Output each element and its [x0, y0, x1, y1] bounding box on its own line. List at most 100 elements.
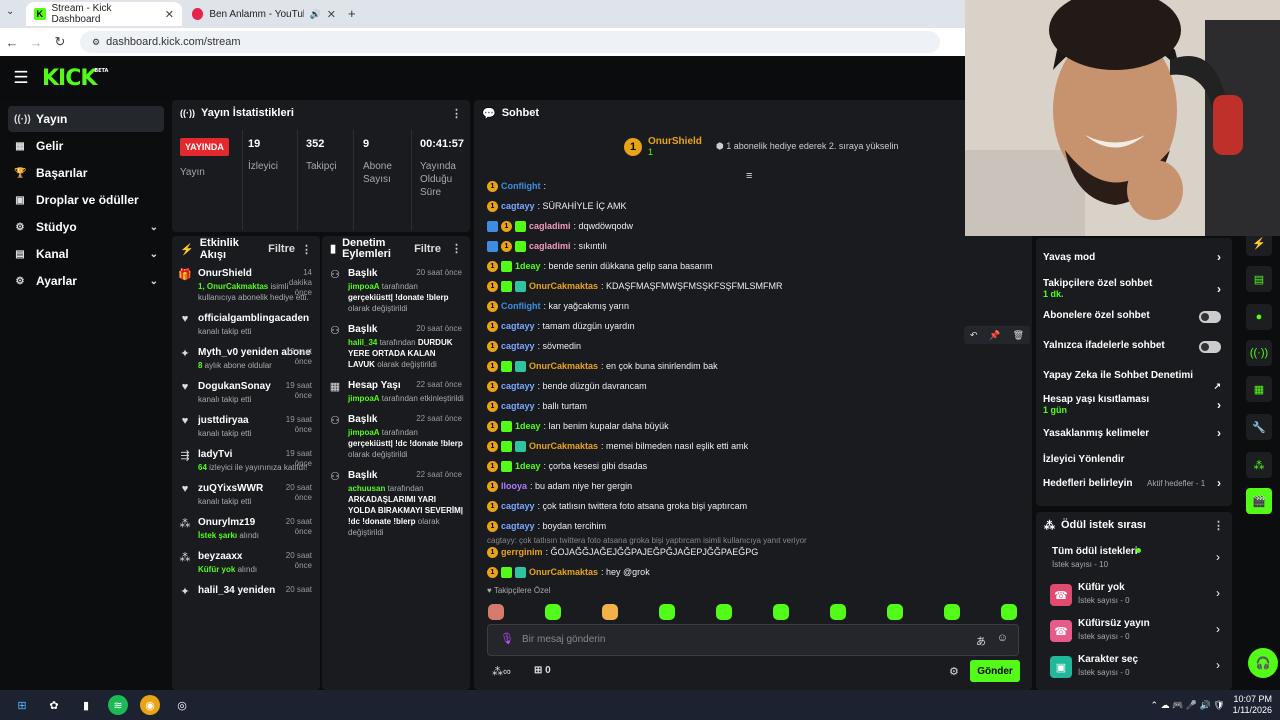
chat-username[interactable]: gerrginim: [501, 547, 543, 557]
setting-row[interactable]: Takipçilere özel sohbet 1 dk. ›: [1043, 278, 1227, 300]
chat-message[interactable]: 1 OnurCakmaktas: KDAŞFMAŞFMWŞFMSŞKFSŞFMLS…: [487, 276, 783, 296]
chat-message[interactable]: 1 cagtayy: ballı turtam: [487, 396, 587, 416]
chat-username[interactable]: cagladimi: [529, 221, 571, 231]
url-field[interactable]: ⚙ dashboard.kick.com/stream: [80, 31, 940, 53]
chat-username[interactable]: OnurCakmaktas: [529, 281, 598, 291]
site-info-icon[interactable]: ⚙: [92, 37, 100, 48]
broadcast-icon[interactable]: ((·)): [1246, 340, 1272, 366]
chat-message[interactable]: 1 OnurCakmaktas: en çok buna sinirlendim …: [487, 356, 718, 376]
more-options-icon[interactable]: ⋮: [301, 243, 312, 256]
chat-username[interactable]: cagtayy: [501, 341, 535, 351]
setting-row[interactable]: Yavaş mod ›: [1043, 250, 1227, 274]
chat-username[interactable]: cagtayy: [501, 381, 535, 391]
filter-button[interactable]: Filtre: [414, 243, 441, 255]
setting-toggle[interactable]: [1199, 341, 1221, 353]
setting-toggle[interactable]: [1199, 311, 1221, 323]
chat-username[interactable]: llooya: [501, 481, 527, 491]
support-icon[interactable]: 🎧: [1248, 648, 1278, 678]
reload-icon[interactable]: ↻: [48, 34, 72, 50]
sidebar-item-basarilar[interactable]: 🏆 Başarılar: [8, 160, 164, 186]
setting-row[interactable]: Yalnızca ifadelerle sohbet: [1043, 340, 1227, 362]
tab-list-icon[interactable]: ⌄: [6, 6, 14, 17]
clapper-icon[interactable]: 🎬: [1246, 488, 1272, 514]
menu-icon[interactable]: ☰: [0, 68, 42, 88]
chat-message[interactable]: 1 cagtayy: boydan tercihim: [487, 516, 606, 536]
all-rewards-row[interactable]: Tüm ödül istekleri İstek sayısı - 10 ›: [1050, 546, 1226, 580]
chat-message[interactable]: 1 1deay: çorba kesesi gibi dsadas: [487, 456, 647, 476]
send-button[interactable]: Gönder: [970, 660, 1020, 682]
setting-row[interactable]: Hesap yaşı kısıtlaması 1 gün ›: [1043, 394, 1227, 416]
new-tab-icon[interactable]: +: [348, 6, 356, 21]
back-icon[interactable]: ←: [0, 35, 24, 50]
reward-row[interactable]: ▣ Karakter seç İstek sayısı - 0 ›: [1050, 654, 1226, 688]
pin-icon[interactable]: 📌: [989, 330, 1000, 341]
app-icon[interactable]: ▮: [76, 695, 96, 715]
app-icon[interactable]: ✿: [44, 695, 64, 715]
chat-message[interactable]: 1 cagladimi: dqwdöwqodw: [487, 216, 633, 236]
chat-username[interactable]: OnurCakmaktas: [529, 567, 598, 577]
chat-username[interactable]: cagtayy: [501, 321, 535, 331]
sidebar-item-ayarlar[interactable]: ⚙ Ayarlar ⌄: [8, 268, 164, 294]
emote-chat-icon[interactable]: [773, 604, 789, 620]
sidebar-item-droplar[interactable]: ▣ Droplar ve ödüller: [8, 187, 164, 213]
sidebar-item-kanal[interactable]: ▤ Kanal ⌄: [8, 241, 164, 267]
setting-row[interactable]: Hedefleri belirleyin Aktif hedefler - 1 ›: [1043, 476, 1227, 500]
reward-row[interactable]: ☎ Küfür yok İstek sayısı - 0 ›: [1050, 582, 1226, 616]
setting-row[interactable]: Yapay Zeka ile Sohbet Denetimi ↗: [1043, 370, 1227, 392]
sidebar-item-gelir[interactable]: ▦ Gelir: [8, 133, 164, 159]
more-options-icon[interactable]: ⋮: [451, 107, 462, 120]
chat-message[interactable]: 1 Conflight: kar yağcakmış yarın: [487, 296, 629, 316]
emote-bubble-icon[interactable]: [1001, 604, 1017, 620]
chrome-icon[interactable]: ◉: [140, 695, 160, 715]
setting-row[interactable]: İzleyici Yönlendir: [1043, 454, 1227, 476]
chat-message[interactable]: 1 cagladimi: sıkıntılı: [487, 236, 607, 256]
obs-icon[interactable]: ◎: [172, 695, 192, 715]
forward-icon[interactable]: →: [24, 35, 48, 50]
chat-message[interactable]: 1 1deay: lan benim kupalar daha büyük: [487, 416, 669, 436]
tab-kick-dashboard[interactable]: K Stream - Kick Dashboard ✕: [26, 2, 182, 26]
chat-username[interactable]: cagtayy: [501, 501, 535, 511]
points-icon[interactable]: ⁂∞: [492, 665, 511, 678]
close-tab-icon[interactable]: ✕: [327, 8, 336, 21]
chat-bubble-icon[interactable]: ●: [1246, 304, 1272, 330]
chat-message[interactable]: 1 cagtayy: sövmedin: [487, 336, 581, 356]
rewards-icon[interactable]: ⁂: [1246, 452, 1272, 478]
chat-username[interactable]: Conflight: [501, 181, 541, 191]
emote-soccer-icon[interactable]: [887, 604, 903, 620]
chat-settings-icon[interactable]: ⚙: [949, 665, 959, 678]
chat-message[interactable]: 1 llooya: bu adam niye her gergin: [487, 476, 632, 496]
emote-ticket-icon[interactable]: [545, 604, 561, 620]
speaker-icon[interactable]: 🔊: [310, 9, 321, 20]
chat-message[interactable]: 1 gerrginim: ĞOJAĞĞJAĞEJĞĞPAJEĞPĞJAĞEPJĞĞ…: [487, 542, 758, 562]
chat-input-box[interactable]: 🎙 Bir mesaj gönderin あ ☺: [487, 624, 1019, 656]
emote-soccer-icon[interactable]: [716, 604, 732, 620]
chat-message[interactable]: 1 cagtayy: tamam düzgün uyardın: [487, 316, 635, 336]
sidebar-item-yayin[interactable]: ((·)) Yayın: [8, 106, 164, 132]
chat-message[interactable]: 1 cagtayy: SÜRAHİYLE İÇ AMK: [487, 196, 627, 216]
emote-cloud-icon[interactable]: [830, 604, 846, 620]
chat-message[interactable]: 1 OnurCakmaktas: memei bilmeden nasıl eşl…: [487, 436, 748, 456]
chat-username[interactable]: cagladimi: [529, 241, 571, 251]
spotify-icon[interactable]: ≋: [108, 695, 128, 715]
reward-row[interactable]: ☎ Küfürsüz yayın İstek sayısı - 0 ›: [1050, 618, 1226, 652]
chat-username[interactable]: OnurCakmaktas: [529, 441, 598, 451]
chat-username[interactable]: cagtayy: [501, 401, 535, 411]
chat-message[interactable]: 1 cagtayy: bende düzgün davrancam: [487, 376, 647, 396]
emote-blob-icon[interactable]: [944, 604, 960, 620]
more-options-icon[interactable]: ⋮: [1213, 519, 1224, 532]
microphone-icon[interactable]: 🎙: [500, 632, 514, 645]
chat-username[interactable]: cagtayy: [501, 201, 535, 211]
filter-button[interactable]: Filtre: [268, 243, 295, 255]
chat-username[interactable]: cagtayy: [501, 521, 535, 531]
notes-icon[interactable]: ▤: [1246, 266, 1272, 292]
kick-logo[interactable]: KICK BETA: [42, 66, 108, 91]
layout-icon[interactable]: ▦: [1246, 376, 1272, 402]
points-count[interactable]: ⊞ 0: [534, 665, 551, 676]
emote-face-icon[interactable]: [488, 604, 504, 620]
wrench-icon[interactable]: 🔧: [1246, 414, 1272, 440]
chat-message[interactable]: 1 cagtayy: çok tatlısın twittera foto ats…: [487, 496, 747, 516]
chat-input[interactable]: Bir mesaj gönderin: [522, 634, 605, 645]
external-link-icon[interactable]: ↗: [1213, 381, 1221, 392]
chat-username[interactable]: 1deay: [515, 421, 541, 431]
more-options-icon[interactable]: ⋮: [451, 243, 462, 255]
